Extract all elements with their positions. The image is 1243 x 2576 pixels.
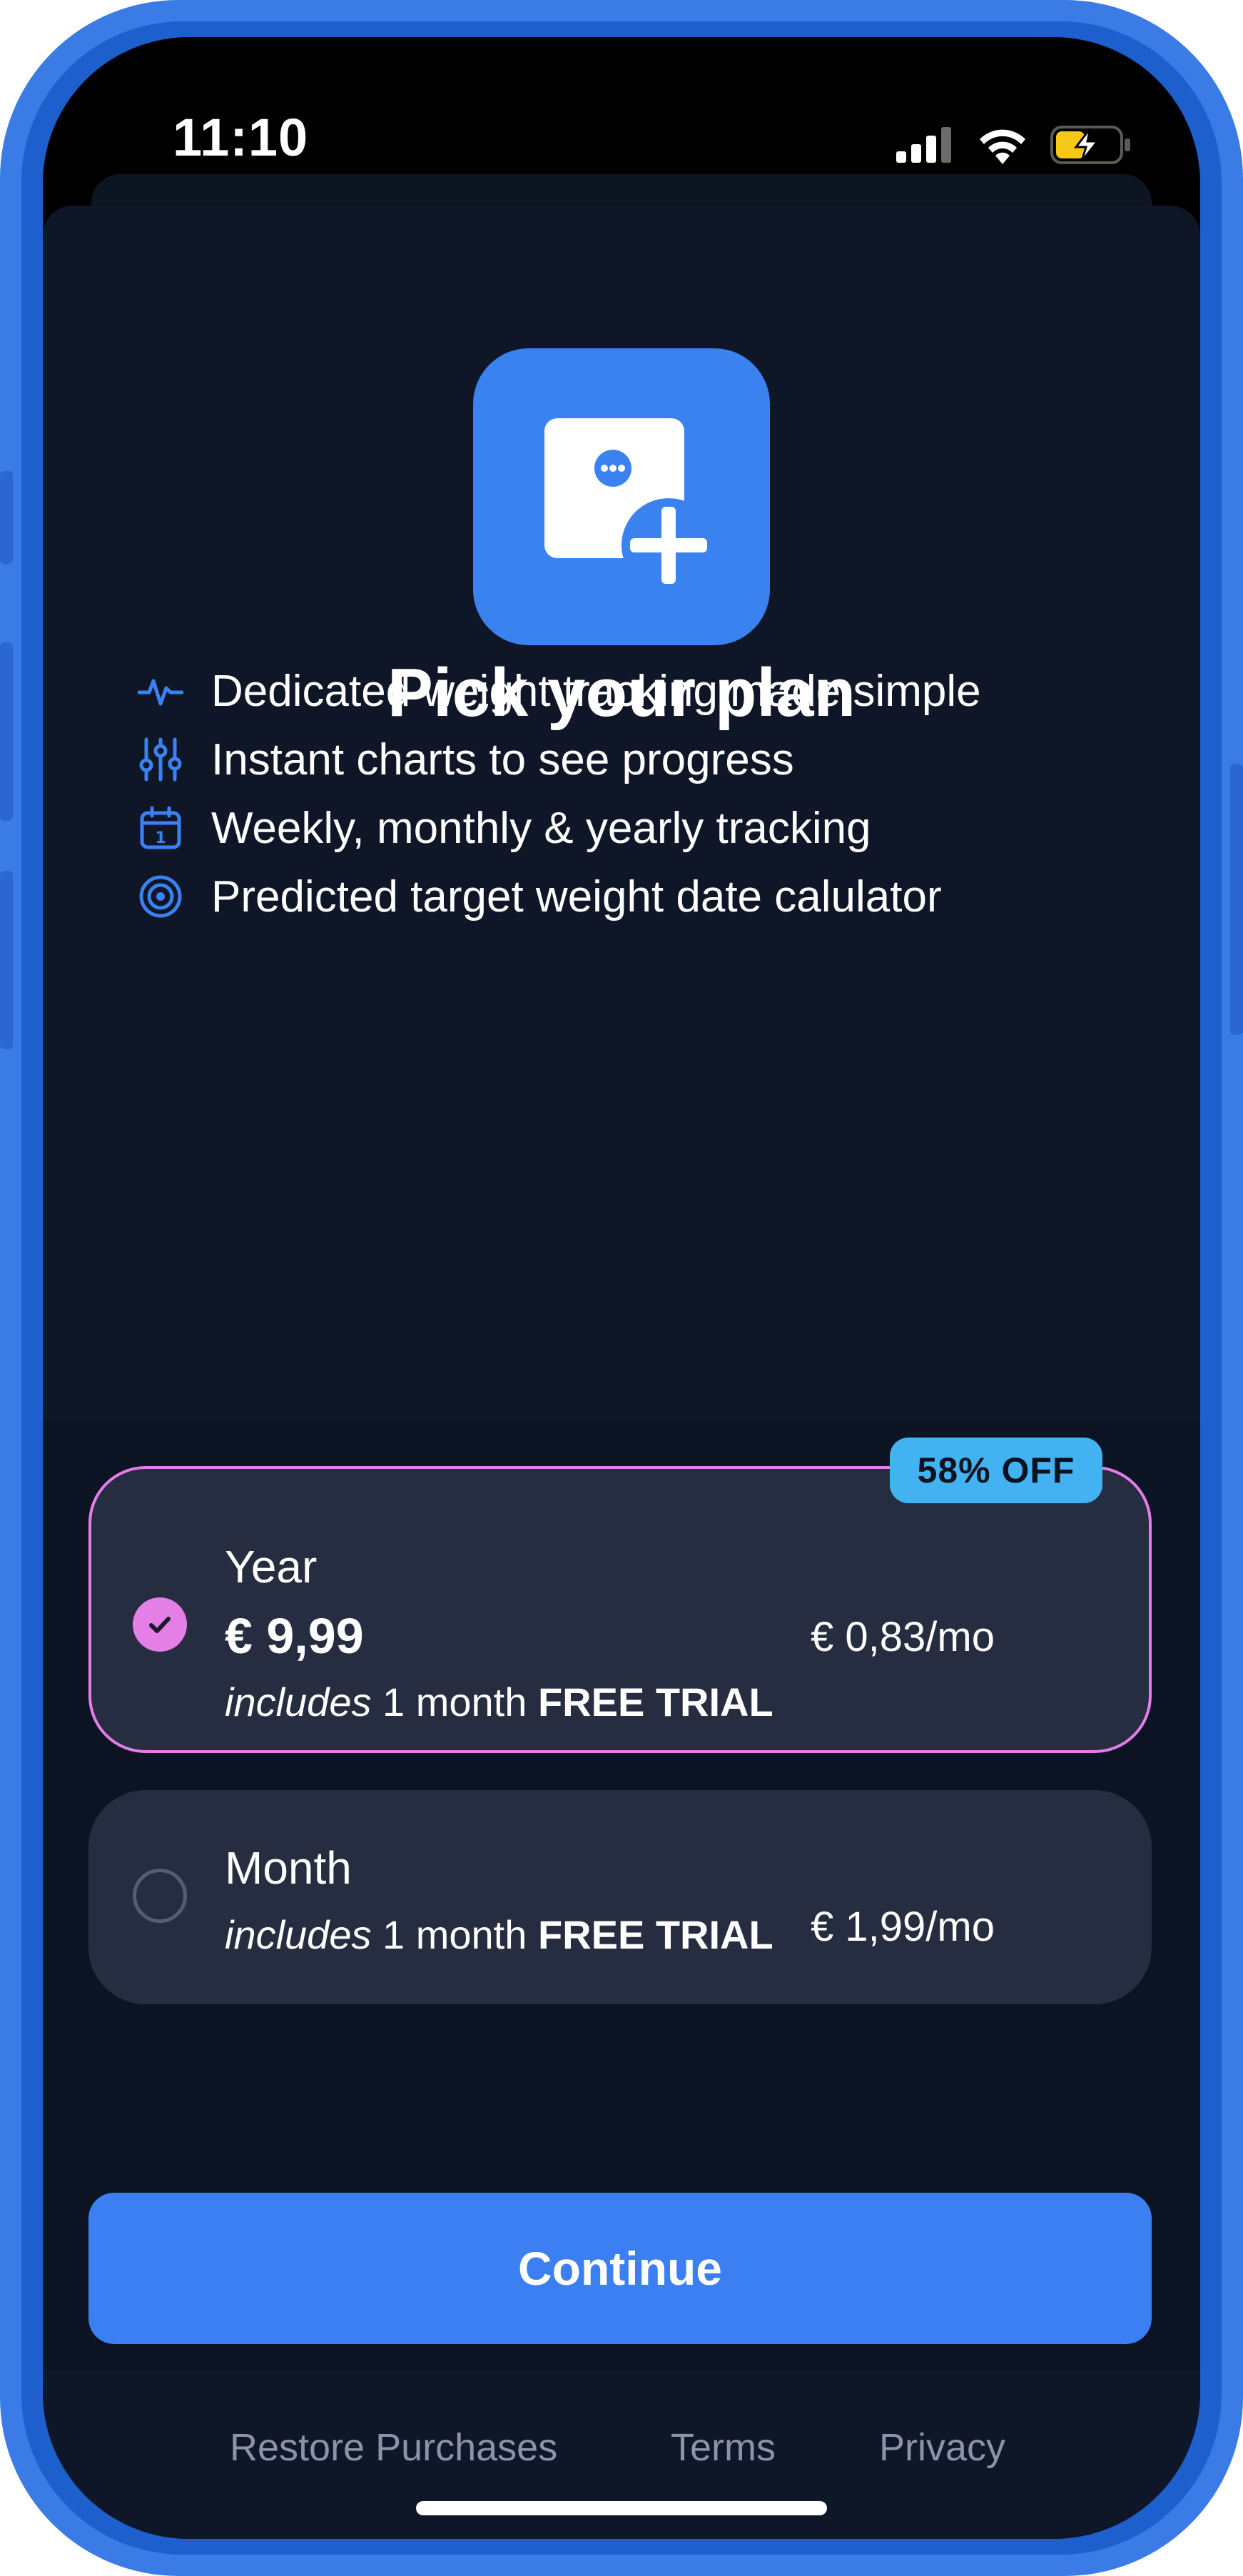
pulse-icon <box>137 667 184 714</box>
feature-text: Dedicated weight tracking made simple <box>211 666 981 716</box>
feature-item: Dedicated weight tracking made simple <box>137 657 981 725</box>
plan-trial: includes 1 month FREE TRIAL <box>225 1911 773 1958</box>
trial-suffix: FREE TRIAL <box>537 1680 773 1724</box>
plan-trial: includes 1 month FREE TRIAL <box>225 1679 773 1725</box>
wifi-icon <box>976 126 1029 168</box>
radio-selected[interactable] <box>133 1597 187 1652</box>
plan-per-month: € 0,83/mo <box>811 1614 995 1660</box>
side-button-volume-down <box>0 871 13 1049</box>
plan-name: Year <box>225 1541 318 1592</box>
plan-per-month: € 1,99/mo <box>811 1904 995 1950</box>
plan-name: Month <box>225 1842 352 1894</box>
feature-text: Instant charts to see progress <box>211 734 794 784</box>
plan-price: € 9,99 <box>225 1608 364 1664</box>
battery-charging-icon <box>1050 126 1132 168</box>
discount-badge: 58% OFF <box>890 1438 1102 1503</box>
trial-middle: 1 month <box>371 1680 538 1724</box>
svg-text:1: 1 <box>155 829 166 847</box>
trial-prefix: includes <box>225 1680 372 1724</box>
feature-text: Predicted target weight date calulator <box>211 872 942 921</box>
trial-middle: 1 month <box>371 1912 538 1957</box>
feature-item: Instant charts to see progress <box>137 725 981 794</box>
side-button-mute <box>0 471 13 564</box>
trial-suffix: FREE TRIAL <box>537 1912 773 1957</box>
sliders-icon <box>137 736 184 783</box>
signal-icon <box>896 127 955 166</box>
privacy-link[interactable]: Privacy <box>879 2425 1005 2470</box>
side-button-power <box>1230 764 1243 1035</box>
note-add-icon <box>473 348 770 645</box>
side-button-volume-up <box>0 642 13 821</box>
continue-button[interactable]: Continue <box>88 2193 1152 2344</box>
feature-item: Predicted target weight date calulator <box>137 862 981 931</box>
target-icon <box>137 873 184 920</box>
plan-option-month[interactable] <box>88 1790 1152 2004</box>
trial-prefix: includes <box>225 1912 372 1957</box>
feature-item: 1 Weekly, monthly & yearly tracking <box>137 794 981 862</box>
status-time: 11:10 <box>173 108 309 167</box>
feature-list: Dedicated weight tracking made simple In… <box>137 657 981 931</box>
status-icons <box>896 126 1132 168</box>
radio-unselected[interactable] <box>133 1869 187 1923</box>
calendar-icon: 1 <box>137 804 184 852</box>
screen: 11:10 Pick your plan Dedicated weight tr… <box>43 37 1200 2539</box>
home-indicator <box>416 2501 827 2515</box>
terms-link[interactable]: Terms <box>671 2425 776 2470</box>
feature-text: Weekly, monthly & yearly tracking <box>211 803 871 853</box>
restore-purchases-link[interactable]: Restore Purchases <box>230 2425 557 2470</box>
check-icon <box>149 1617 171 1633</box>
